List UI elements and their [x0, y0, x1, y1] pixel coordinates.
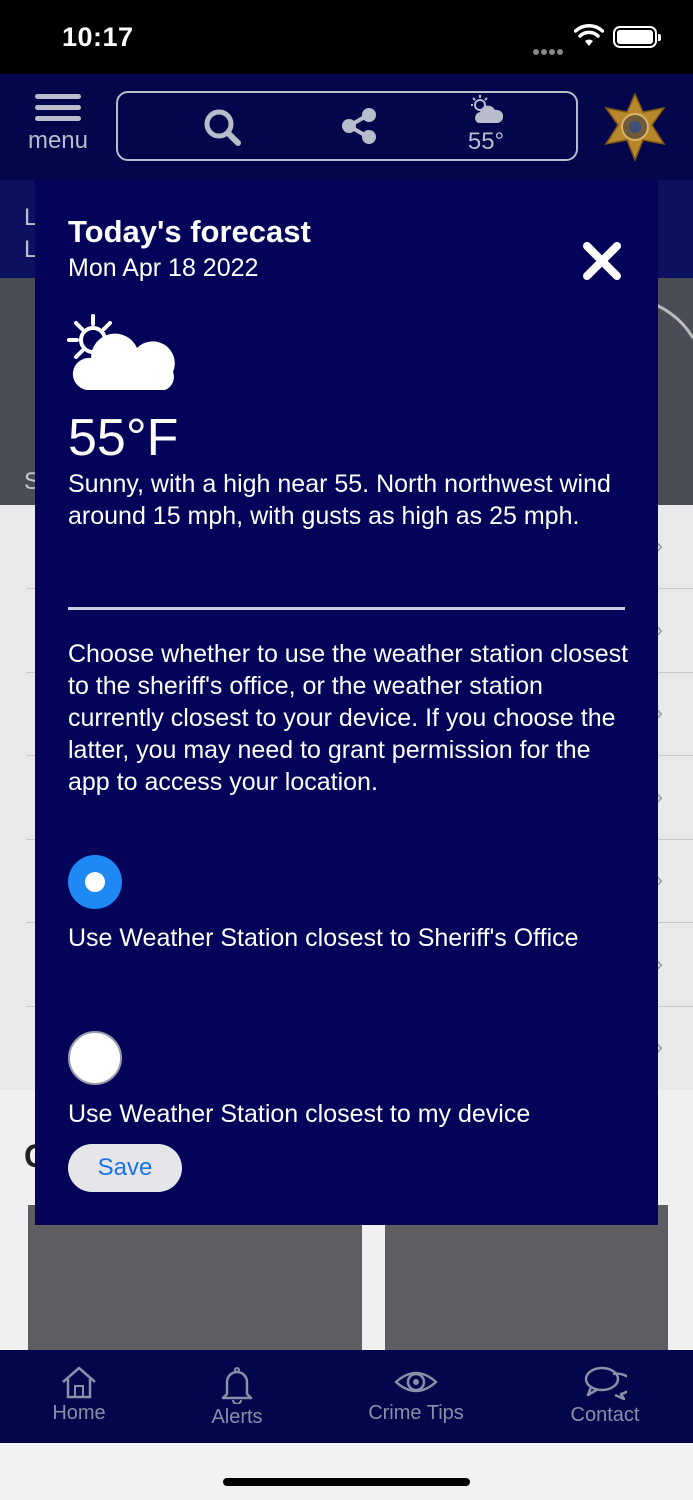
bottom-tab-bar: Home Alerts Crime Tips Contact: [0, 1350, 693, 1443]
share-icon[interactable]: [340, 107, 378, 145]
forecast-temperature: 55°F: [68, 409, 179, 467]
tab-label: Crime Tips: [368, 1402, 464, 1424]
home-icon: [62, 1366, 96, 1399]
forecast-date: Mon Apr 18 2022: [68, 254, 259, 282]
forecast-modal: Today's forecast Mon Apr 18 2022 55°F Su…: [35, 180, 658, 1225]
forecast-description: Sunny, with a high near 55. North northw…: [68, 470, 611, 530]
radio-sheriff-office-station[interactable]: [68, 855, 122, 909]
tab-label: Contact: [570, 1404, 640, 1426]
sheriff-badge-logo[interactable]: [600, 92, 670, 162]
chat-icon: [584, 1366, 627, 1401]
weather-button[interactable]: 55°: [458, 95, 514, 156]
radio-device-station[interactable]: [68, 1031, 122, 1085]
header-weather-temp: 55°: [467, 128, 505, 155]
eye-icon: [394, 1371, 438, 1393]
header-toolbar: 55°: [116, 91, 578, 161]
status-time: 10:17: [62, 22, 134, 52]
hamburger-icon: [35, 94, 81, 121]
home-indicator[interactable]: [223, 1478, 470, 1486]
close-icon[interactable]: [581, 240, 623, 282]
menu-button[interactable]: menu: [22, 94, 94, 164]
bell-icon: [221, 1367, 253, 1404]
signal-icon: [533, 42, 565, 60]
app-header: menu 55°: [0, 74, 693, 180]
tab-label: Home: [52, 1402, 106, 1424]
tab-crime-tips[interactable]: Crime Tips: [360, 1364, 472, 1425]
home-indicator-area: [0, 1443, 693, 1500]
menu-label: menu: [27, 127, 89, 154]
divider: [68, 607, 625, 610]
status-bar: 10:17: [0, 0, 693, 74]
search-icon[interactable]: [202, 107, 242, 147]
wifi-icon: [574, 24, 604, 46]
modal-title: Today's forecast: [68, 214, 311, 249]
tab-contact[interactable]: Contact: [562, 1364, 648, 1427]
partly-sunny-icon: [67, 314, 175, 390]
option-label-device[interactable]: Use Weather Station closest to my device: [68, 1098, 628, 1130]
tab-label: Alerts: [211, 1406, 263, 1428]
option-label-sheriff-office[interactable]: Use Weather Station closest to Sheriff's…: [68, 922, 628, 954]
save-button[interactable]: Save: [68, 1144, 182, 1192]
battery-icon: [613, 26, 661, 48]
tab-alerts[interactable]: Alerts: [198, 1364, 276, 1429]
partly-sunny-icon: [471, 95, 504, 123]
tab-home[interactable]: Home: [40, 1364, 118, 1425]
station-choice-info: Choose whether to use the weather statio…: [68, 640, 629, 796]
